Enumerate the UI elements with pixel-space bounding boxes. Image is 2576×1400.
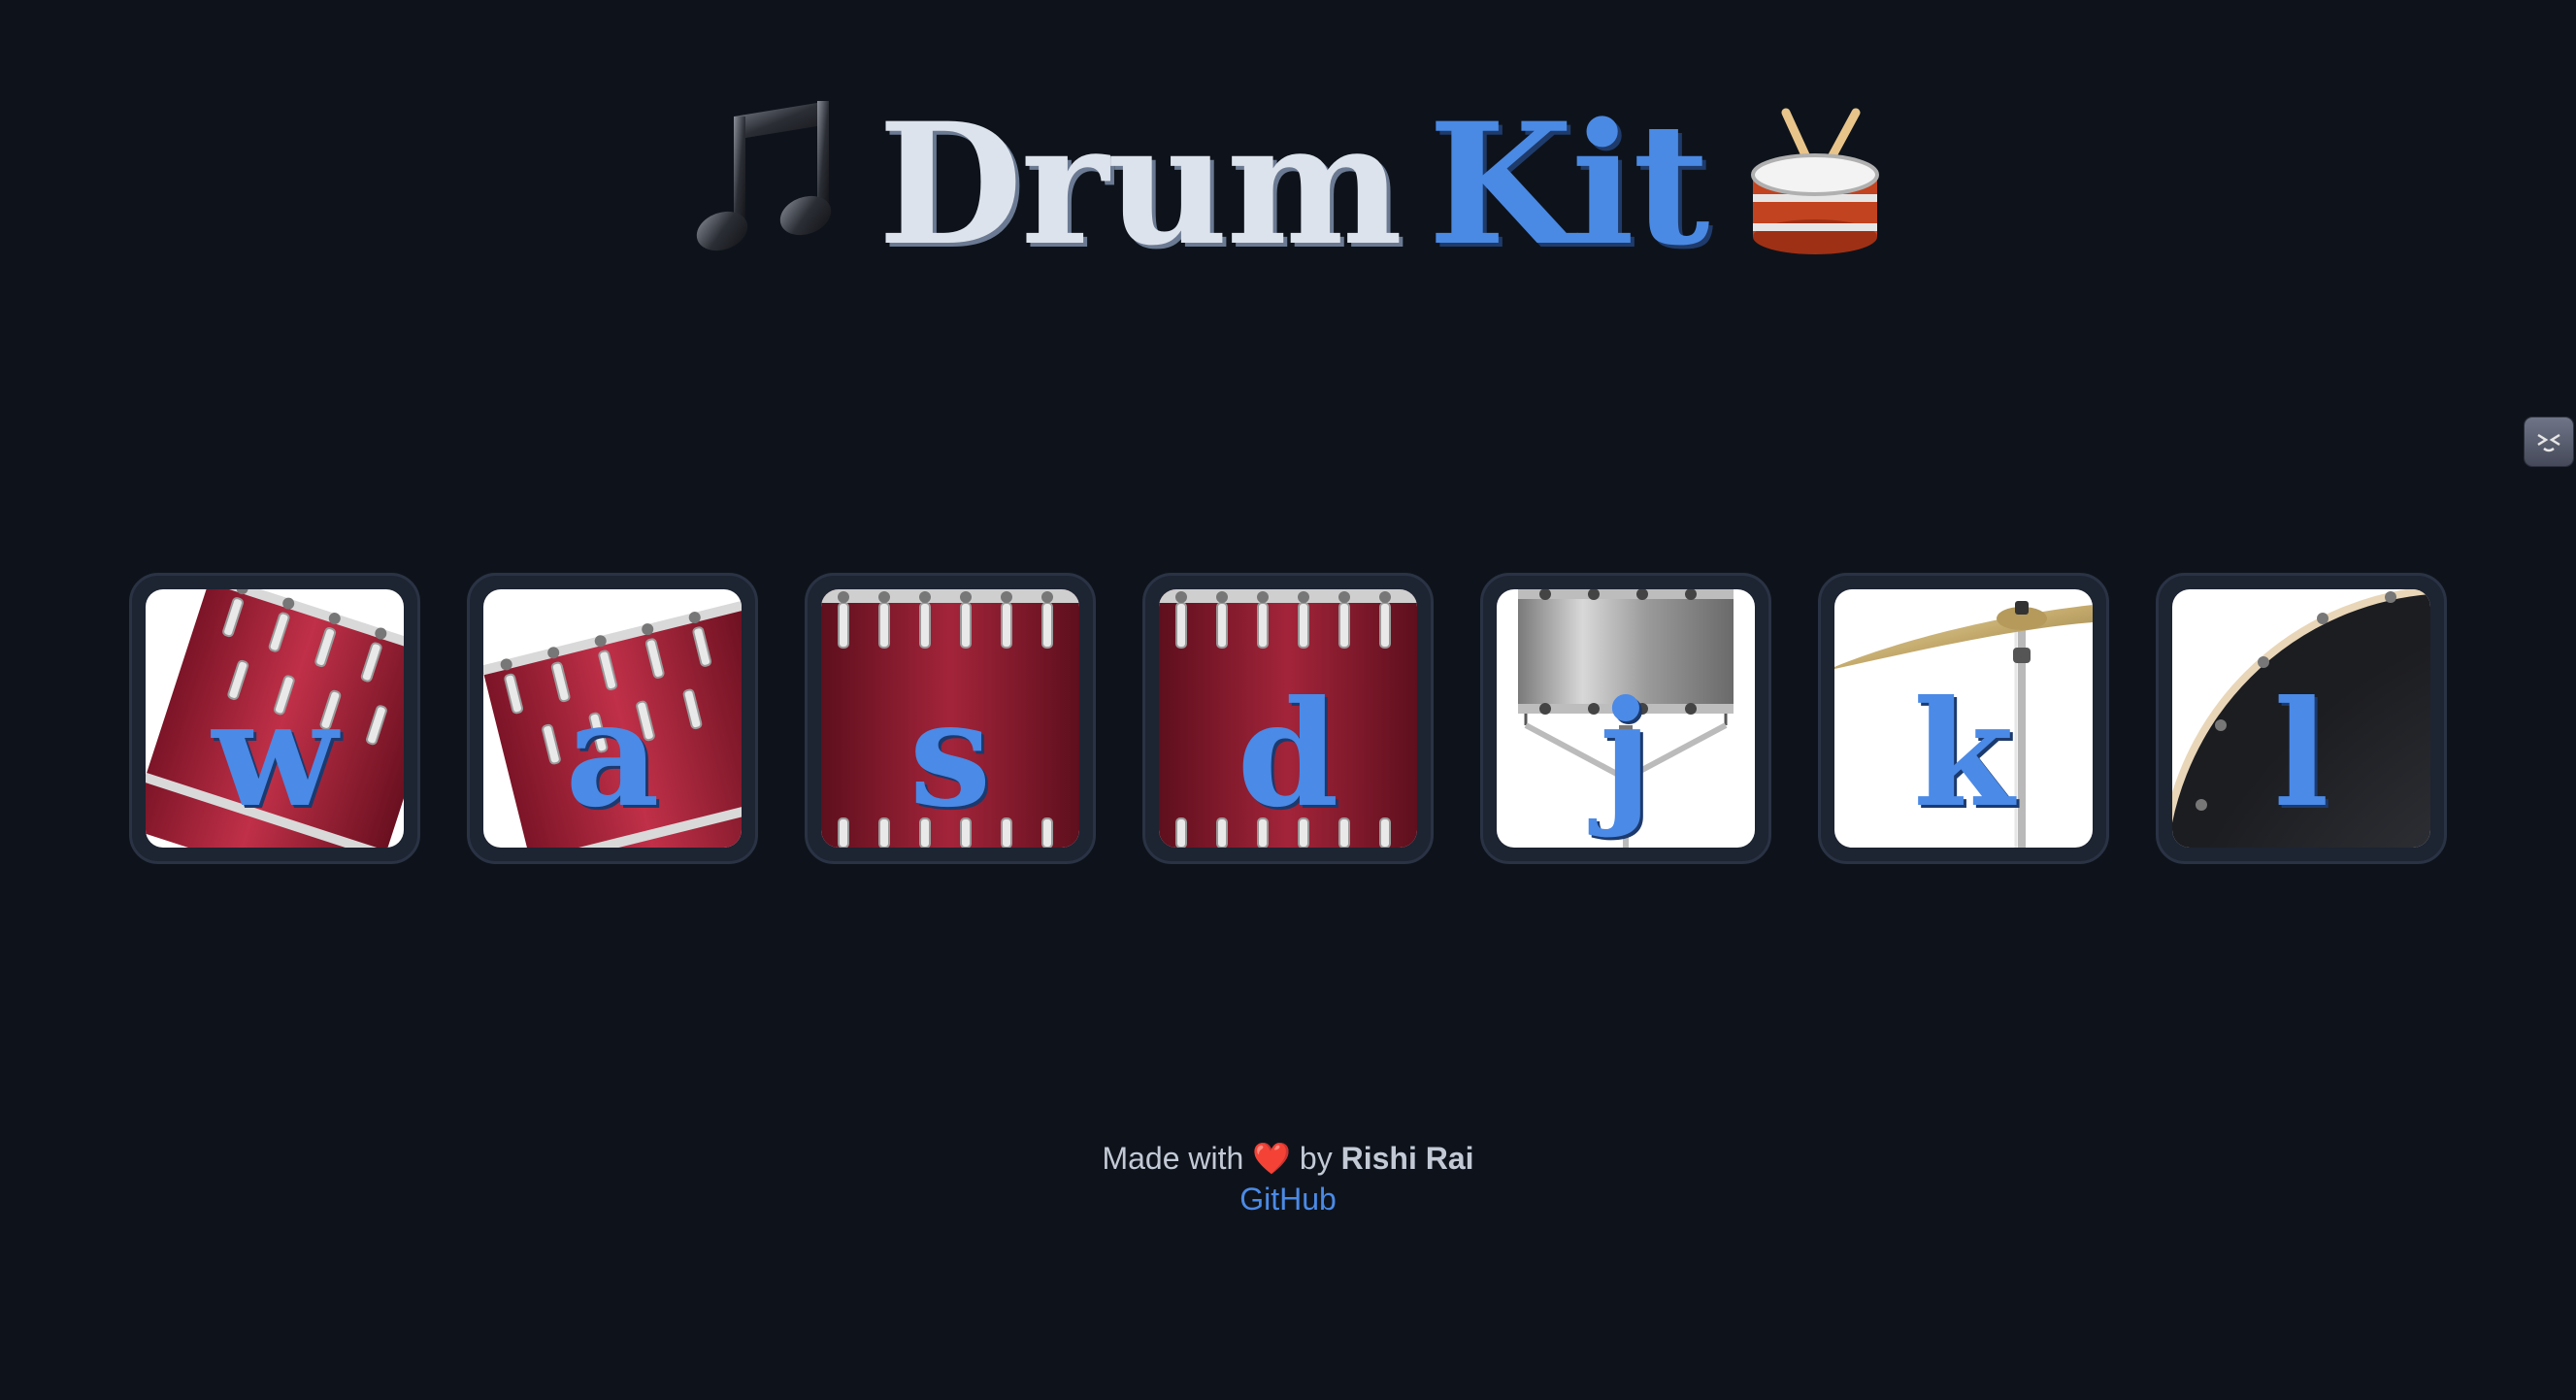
heart-icon: ❤️ — [1252, 1141, 1292, 1176]
key-letter: j — [1599, 669, 1653, 840]
key-letter: w — [212, 669, 338, 840]
musical-notes-icon — [693, 95, 839, 294]
key-letter: k — [1913, 669, 2014, 840]
drum-tile: k — [1834, 589, 2093, 848]
github-link[interactable]: GitHub — [1239, 1179, 1337, 1219]
author-name: Rishi Rai — [1340, 1141, 1474, 1176]
drum-key-d[interactable]: d — [1142, 573, 1434, 864]
key-letter: l — [2273, 669, 2329, 840]
footer-by: by — [1299, 1141, 1333, 1176]
footer-credit: Made with ❤️ by Rishi Rai — [0, 1138, 2576, 1179]
extension-widget[interactable] — [2525, 417, 2573, 466]
extension-icon — [2537, 433, 2560, 452]
title-word-drum: Drum — [877, 85, 1403, 283]
drum-tile: l — [2172, 589, 2430, 848]
drum-tile: a — [483, 589, 742, 848]
footer: Made with ❤️ by Rishi Rai GitHub — [0, 1138, 2576, 1219]
drum-key-w[interactable]: w — [129, 573, 420, 864]
drum-key-k[interactable]: k — [1818, 573, 2109, 864]
title-word-kit: Kit — [1428, 85, 1709, 283]
footer-prefix: Made with — [1102, 1141, 1244, 1176]
drum-tile: s — [821, 589, 1079, 848]
drum-tile: d — [1159, 589, 1417, 848]
page-title: Drum Kit — [0, 92, 2576, 294]
drum-key-s[interactable]: s — [805, 573, 1096, 864]
drum-icon — [1747, 105, 1883, 294]
key-letter: d — [1237, 669, 1339, 840]
drum-keys: w a s d j k l — [129, 573, 2447, 864]
key-letter: s — [908, 669, 992, 840]
drum-key-l[interactable]: l — [2156, 573, 2447, 864]
drum-tile: w — [146, 589, 404, 848]
drum-key-j[interactable]: j — [1480, 573, 1771, 864]
key-letter: a — [565, 669, 660, 840]
drum-tile: j — [1497, 589, 1755, 848]
drum-key-a[interactable]: a — [467, 573, 758, 864]
